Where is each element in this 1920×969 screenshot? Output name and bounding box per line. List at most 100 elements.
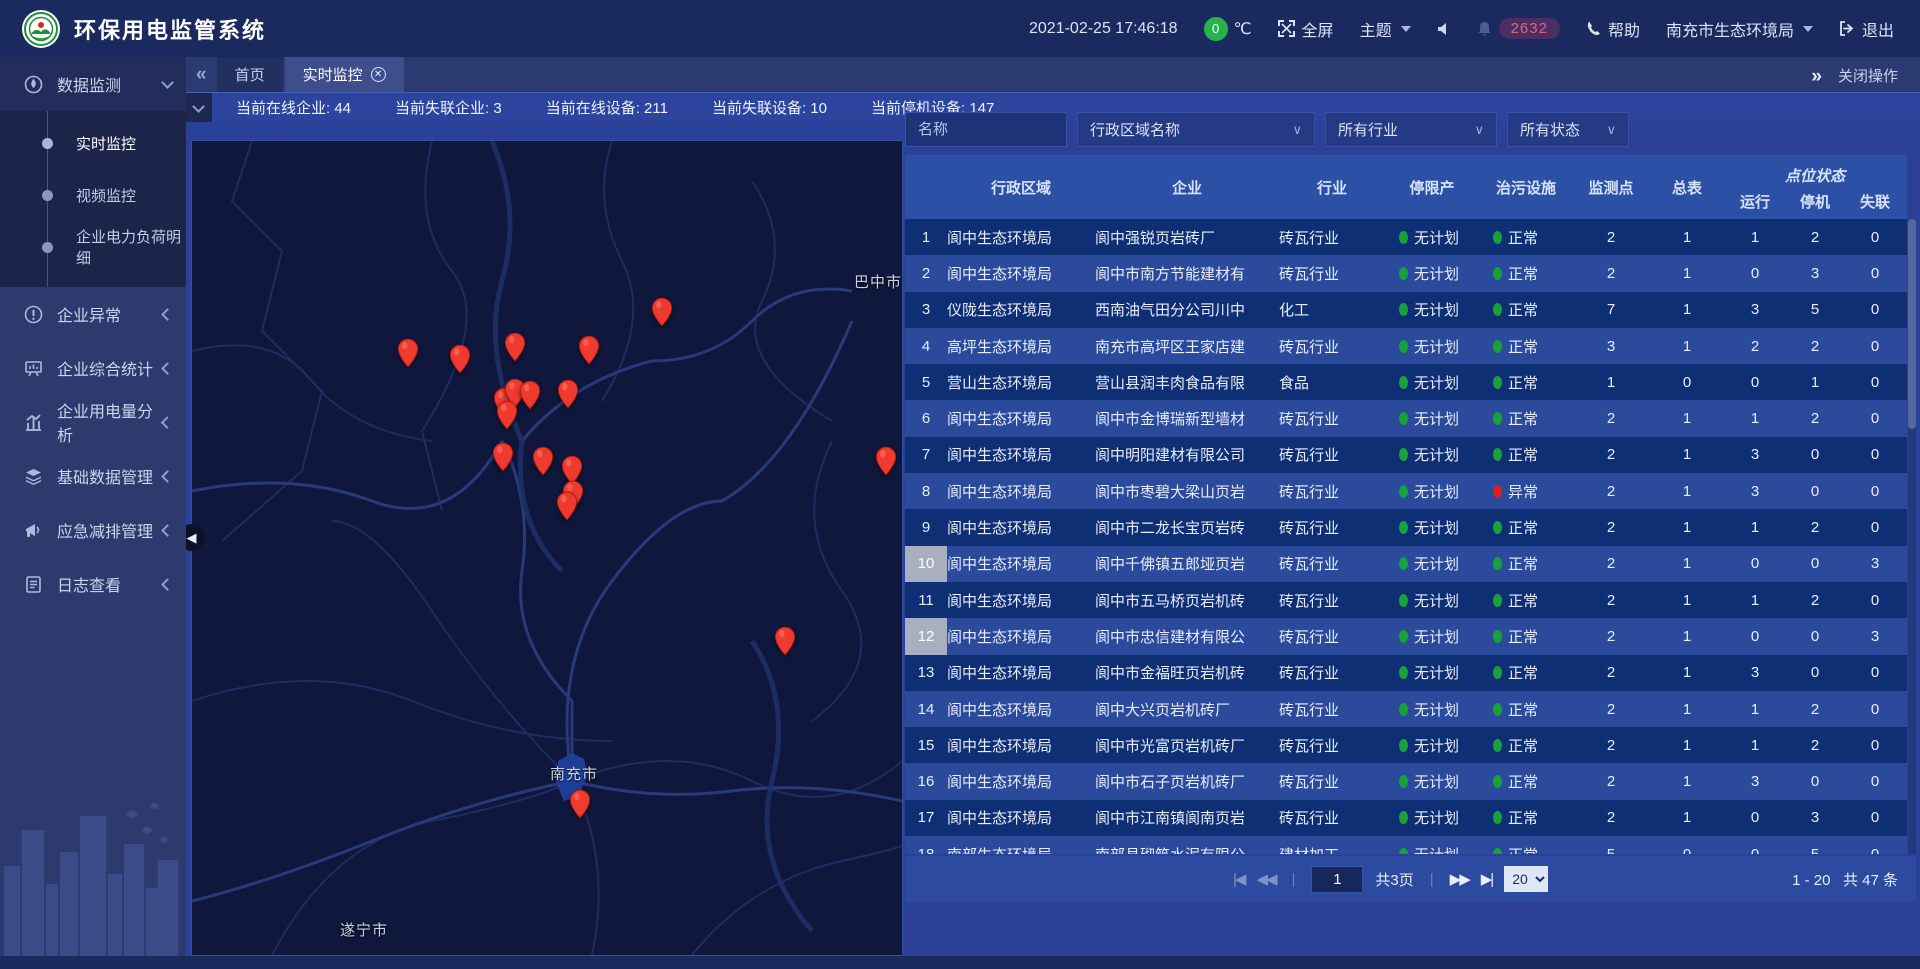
- status-dot-green: [1493, 848, 1502, 854]
- cell-meters: 1: [1649, 410, 1725, 427]
- cell-run: 0: [1725, 846, 1785, 854]
- map-pin-4[interactable]: [651, 297, 673, 327]
- map-pin-9[interactable]: [557, 379, 579, 409]
- first-page-icon[interactable]: |◀: [1233, 870, 1244, 888]
- sidebar-item-0-2[interactable]: 企业电力负荷明细: [0, 221, 186, 273]
- sidebar-group-1[interactable]: 企业异常: [0, 287, 186, 341]
- page-size-select[interactable]: 20: [1504, 866, 1548, 892]
- table-row-3[interactable]: 3仪陇生态环境局西南油气田分公司川中化工无计划正常71350: [905, 292, 1907, 328]
- tab-bar: « 首页实时监控✕ » 关闭操作: [186, 57, 1920, 92]
- sidebar-group-0[interactable]: 数据监测: [0, 57, 186, 111]
- status-text: 正常: [1508, 844, 1538, 854]
- theme-button[interactable]: 主题: [1360, 17, 1411, 41]
- page-number-input[interactable]: [1311, 866, 1363, 893]
- cell-stop: 2: [1785, 592, 1845, 609]
- table-scrollbar[interactable]: [1908, 219, 1916, 854]
- last-page-icon[interactable]: ▶|: [1481, 870, 1492, 888]
- status-text: 无计划: [1414, 662, 1459, 683]
- map-pin-8[interactable]: [496, 400, 518, 430]
- cell-industry: 建材加工: [1279, 844, 1385, 854]
- row-number: 12: [905, 618, 947, 654]
- map-pin-11[interactable]: [532, 446, 554, 476]
- map-pin-0[interactable]: [397, 338, 419, 368]
- sidebar-group-5[interactable]: 应急减排管理: [0, 503, 186, 557]
- status-text: 无计划: [1414, 517, 1459, 538]
- logout-button[interactable]: 退出: [1839, 17, 1894, 41]
- table-row-1[interactable]: 1阆中生态环境局阆中强锐页岩砖厂砖瓦行业无计划正常21120: [905, 219, 1907, 255]
- table-row-6[interactable]: 6阆中生态环境局阆中市金博瑞新型墙材砖瓦行业无计划正常21120: [905, 400, 1907, 436]
- status-text: 正常: [1508, 372, 1538, 393]
- name-filter-input[interactable]: [905, 112, 1067, 147]
- sidebar-item-0-0[interactable]: 实时监控: [0, 117, 186, 169]
- sidebar-group-2[interactable]: 企业综合统计: [0, 341, 186, 395]
- map-pin-2[interactable]: [504, 332, 526, 362]
- help-button[interactable]: 帮助: [1586, 17, 1640, 41]
- tab-close-icon[interactable]: ✕: [371, 67, 386, 82]
- prev-page-icon[interactable]: ◀◀: [1256, 870, 1275, 888]
- status-text: 正常: [1508, 807, 1538, 828]
- status-dot-green: [1399, 376, 1408, 389]
- cell-region: 阆中生态环境局: [947, 227, 1095, 248]
- map-pin-3[interactable]: [578, 335, 600, 365]
- map-pin-17[interactable]: [569, 789, 591, 819]
- table-row-16[interactable]: 16阆中生态环境局阆中市石子页岩机砖厂砖瓦行业无计划正常21300: [905, 763, 1907, 799]
- tab-scroll-right-icon[interactable]: »: [1811, 66, 1822, 88]
- table-row-9[interactable]: 9阆中生态环境局阆中市二龙长宝页岩砖砖瓦行业无计划正常21120: [905, 509, 1907, 545]
- cell-industry: 砖瓦行业: [1279, 444, 1385, 465]
- notifications[interactable]: 2632: [1477, 18, 1560, 39]
- tab-item-0[interactable]: 首页: [217, 57, 283, 92]
- close-operations-button[interactable]: 关闭操作: [1838, 65, 1898, 88]
- cell-lost: 0: [1845, 592, 1905, 609]
- sidebar-group-4[interactable]: 基础数据管理: [0, 449, 186, 503]
- cell-company: 西南油气田分公司川中: [1095, 299, 1279, 320]
- cell-points: 2: [1573, 737, 1649, 754]
- cell-meters: 1: [1649, 446, 1725, 463]
- cell-lost: 0: [1845, 846, 1905, 854]
- table-row-4[interactable]: 4高坪生态环境局南充市高坪区王家店建砖瓦行业无计划正常31220: [905, 328, 1907, 364]
- fullscreen-button[interactable]: 全屏: [1278, 17, 1334, 41]
- next-page-icon[interactable]: ▶▶: [1450, 870, 1469, 888]
- sidebar-item-0-1[interactable]: 视频监控: [0, 169, 186, 221]
- table-row-8[interactable]: 8阆中生态环境局阆中市枣碧大梁山页岩砖瓦行业无计划异常21300: [905, 473, 1907, 509]
- map-pin-16[interactable]: [774, 626, 796, 656]
- map-pin-14[interactable]: [556, 491, 578, 521]
- table-row-10[interactable]: 10阆中生态环境局阆中千佛镇五郎垭页岩砖瓦行业无计划正常21003: [905, 546, 1907, 582]
- table-row-17[interactable]: 17阆中生态环境局阆中市江南镇阆南页岩砖瓦行业无计划正常21030: [905, 800, 1907, 836]
- table-row-2[interactable]: 2阆中生态环境局阆中市南方节能建材有砖瓦行业无计划正常21030: [905, 255, 1907, 291]
- cell-lost: 3: [1845, 628, 1905, 645]
- cell-facility-status: 正常: [1479, 699, 1573, 720]
- table-row-7[interactable]: 7阆中生态环境局阆中明阳建材有限公司砖瓦行业无计划正常21300: [905, 437, 1907, 473]
- row-number: 17: [905, 800, 947, 836]
- row-number: 16: [905, 763, 947, 799]
- table-row-11[interactable]: 11阆中生态环境局阆中市五马桥页岩机砖砖瓦行业无计划正常21120: [905, 582, 1907, 618]
- cell-run: 3: [1725, 773, 1785, 790]
- table-row-13[interactable]: 13阆中生态环境局阆中市金福旺页岩机砖砖瓦行业无计划正常21300: [905, 655, 1907, 691]
- table-row-18[interactable]: 18南部生态环境局南部县砌筑水泥有限公建材加工无计划正常50050: [905, 836, 1907, 854]
- tab-active-1[interactable]: 实时监控✕: [285, 57, 404, 92]
- table-row-12[interactable]: 12阆中生态环境局阆中市忠信建材有限公砖瓦行业无计划正常21003: [905, 618, 1907, 654]
- map-pin-7[interactable]: [519, 380, 541, 410]
- map-panel[interactable]: 巴中市南充市遂宁市 ◀: [191, 140, 903, 956]
- org-menu[interactable]: 南充市生态环境局: [1666, 17, 1813, 41]
- map-pin-10[interactable]: [492, 442, 514, 472]
- row-number: 14: [905, 691, 947, 727]
- stats-collapse-button[interactable]: [185, 93, 212, 122]
- tab-scroll-left-icon[interactable]: «: [186, 64, 217, 92]
- cell-run: 3: [1725, 301, 1785, 318]
- status-text: 正常: [1508, 263, 1538, 284]
- table-row-14[interactable]: 14阆中生态环境局阆中大兴页岩机砖厂砖瓦行业无计划正常21120: [905, 691, 1907, 727]
- status-filter-select[interactable]: 所有状态 ∨: [1507, 112, 1629, 147]
- map-pin-15[interactable]: [875, 446, 897, 476]
- cell-points: 2: [1573, 701, 1649, 718]
- region-filter-select[interactable]: 行政区域名称 ∨: [1077, 112, 1315, 147]
- mute-button[interactable]: [1437, 22, 1451, 36]
- cell-company: 阆中强锐页岩砖厂: [1095, 227, 1279, 248]
- industry-filter-select[interactable]: 所有行业 ∨: [1325, 112, 1497, 147]
- sidebar-group-6[interactable]: 日志查看: [0, 557, 186, 611]
- cell-run: 3: [1725, 446, 1785, 463]
- map-pin-1[interactable]: [449, 344, 471, 374]
- cell-facility-status: 正常: [1479, 372, 1573, 393]
- table-row-5[interactable]: 5营山生态环境局营山县润丰肉食品有限食品无计划正常10010: [905, 364, 1907, 400]
- table-row-15[interactable]: 15阆中生态环境局阆中市光富页岩机砖厂砖瓦行业无计划正常21120: [905, 727, 1907, 763]
- sidebar-group-3[interactable]: 企业用电量分析: [0, 395, 186, 449]
